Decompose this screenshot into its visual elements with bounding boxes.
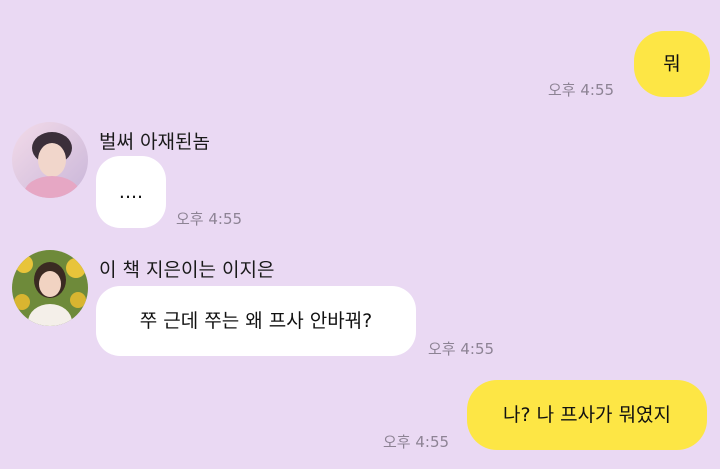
message-timestamp: 오후 4:55	[383, 433, 450, 451]
message-text: 뭐	[663, 52, 681, 75]
message-timestamp: 오후 4:55	[428, 340, 495, 358]
message-timestamp: 오후 4:55	[548, 81, 615, 99]
sender-name: 이 책 지은이는 이지은	[99, 259, 275, 281]
my-message-bubble[interactable]: 나? 나 프사가 뭐였지	[467, 380, 707, 450]
message-timestamp: 오후 4:55	[176, 210, 243, 228]
person-avatar-sunflower[interactable]	[12, 250, 88, 326]
other-message-bubble[interactable]: 쭈 근데 쭈는 왜 프사 안바꿔?	[96, 286, 416, 356]
message-text: 나? 나 프사가 뭐였지	[502, 403, 672, 426]
other-message-bubble[interactable]: ....	[96, 156, 166, 228]
message-text: 쭈 근데 쭈는 왜 프사 안바꿔?	[139, 309, 373, 332]
my-message-bubble[interactable]: 뭐	[634, 31, 710, 97]
person-avatar-pink[interactable]	[12, 122, 88, 198]
sender-name: 벌써 아재된놈	[99, 131, 210, 153]
message-text: ....	[118, 180, 144, 203]
